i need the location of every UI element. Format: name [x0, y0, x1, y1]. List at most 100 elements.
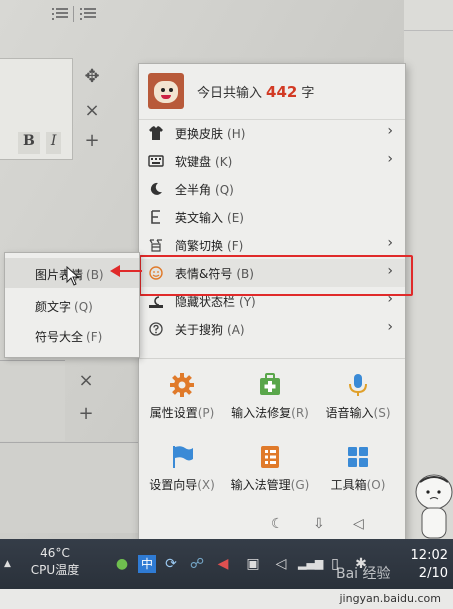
- tray-expand-icon[interactable]: ▲: [4, 559, 11, 569]
- clock-date: 2/10: [418, 566, 448, 581]
- italic-button[interactable]: I: [45, 132, 62, 154]
- taskbar: ▲ 46°C CPU温度 ● 中 ⟳ ☍ ◀ ▣ ◁ ▂▄▆ ▯ ✱ 12:02…: [0, 539, 453, 589]
- shirt-icon: [148, 125, 164, 141]
- close-icon[interactable]: ×: [82, 100, 102, 121]
- grid-label: 设置向导: [149, 478, 198, 492]
- menu-item-about-sogou[interactable]: 关于搜狗 (A) ›: [139, 315, 405, 343]
- grid-label: 输入法管理: [230, 478, 291, 492]
- security-icon[interactable]: ◀: [214, 555, 232, 573]
- grid-setup-wizard[interactable]: 设置向导(X): [139, 438, 225, 508]
- toolbox-icon: [348, 447, 368, 467]
- menu-bottom-icons: ☾ ⇩ ◁: [139, 510, 405, 538]
- cartoon-sticker-icon: [415, 474, 453, 539]
- gear-icon: [170, 373, 194, 397]
- menu-item-key: (A): [227, 323, 245, 337]
- submenu-item-key: (F): [86, 330, 103, 344]
- menu-item-full-half-width[interactable]: 全半角 (Q): [139, 175, 405, 203]
- count-value: 442: [266, 83, 298, 101]
- grid-voice-input[interactable]: 语音输入(S): [315, 366, 401, 436]
- chevron-right-icon: ›: [387, 235, 393, 251]
- signal-icon[interactable]: ▂▄▆: [298, 555, 323, 573]
- moon-icon: [148, 181, 164, 197]
- medkit-icon: [260, 373, 280, 395]
- grid-properties[interactable]: 属性设置(P): [139, 366, 225, 436]
- keyboard-icon: [148, 153, 164, 169]
- add-icon[interactable]: +: [76, 403, 96, 424]
- daily-input-count: 今日共输入 442 字: [197, 82, 314, 101]
- add-icon[interactable]: +: [82, 130, 102, 151]
- count-prefix: 今日共输入: [197, 86, 263, 101]
- submenu-item-label: 符号大全: [35, 330, 84, 344]
- submenu-item-kaomoji[interactable]: 颜文字 (Q): [5, 290, 139, 320]
- submenu-item-key: (Q): [74, 300, 93, 314]
- move-icon[interactable]: ✥: [82, 66, 102, 87]
- toolbar-divider: [73, 6, 74, 22]
- grid-key: (S): [373, 406, 391, 420]
- grid-key: (G): [290, 478, 310, 492]
- device-icon[interactable]: ▣: [244, 555, 262, 573]
- clock[interactable]: 12:02 2/10: [396, 547, 448, 583]
- bullet-list-icon[interactable]: [80, 6, 96, 20]
- editor-panel-bottom: [0, 442, 140, 533]
- menu-item-key: (E): [227, 211, 244, 225]
- right-top-bar: [404, 0, 453, 31]
- menu-item-soft-keyboard[interactable]: 软键盘 (K) ›: [139, 147, 405, 175]
- menu-item-label: 软键盘: [175, 155, 212, 169]
- grid-key: (P): [197, 406, 215, 420]
- menu-item-label: 更换皮肤: [175, 127, 224, 141]
- volume-icon[interactable]: ◁: [272, 555, 290, 573]
- menu-item-key: (Q): [215, 183, 234, 197]
- highlight-annotation: [139, 255, 413, 296]
- moon-icon[interactable]: ☾: [271, 516, 284, 532]
- menu-item-key: (H): [227, 127, 246, 141]
- menu-item-key: (K): [215, 155, 233, 169]
- flag-icon: [173, 446, 193, 468]
- menu-item-label: 英文输入: [175, 211, 224, 225]
- download-icon[interactable]: ⇩: [313, 516, 325, 532]
- count-suffix: 字: [301, 86, 315, 101]
- grid-label: 输入法修复: [231, 406, 292, 420]
- grid-label: 语音输入: [325, 406, 374, 420]
- menu-item-english-input[interactable]: 英文输入 (E): [139, 203, 405, 231]
- menu-divider: [139, 358, 405, 359]
- jian-char-icon: [148, 237, 164, 253]
- grid-ime-manager[interactable]: 输入法管理(G): [227, 438, 313, 508]
- editor-panel-lower: [0, 360, 65, 441]
- network-icon[interactable]: ☍: [188, 555, 206, 573]
- microphone-icon: [349, 374, 367, 396]
- grid-ime-repair[interactable]: 输入法修复(R): [227, 366, 313, 436]
- chevron-right-icon: ›: [387, 123, 393, 139]
- ime-indicator[interactable]: 中: [138, 555, 156, 573]
- menu-item-label: 隐藏状态栏: [175, 295, 236, 309]
- menu-item-label: 简繁切换: [175, 239, 224, 253]
- sync-icon[interactable]: ⟳: [162, 555, 180, 573]
- mouse-cursor-icon: [66, 266, 80, 286]
- site-url: jingyan.baidu.com: [339, 592, 441, 605]
- speaker-icon[interactable]: ◁: [353, 516, 364, 532]
- cpu-temperature-value: 46°C: [40, 546, 70, 560]
- grid-key: (O): [366, 478, 386, 492]
- site-url-bar: jingyan.baidu.com: [0, 589, 453, 609]
- avatar[interactable]: [148, 73, 184, 109]
- numbered-list-icon[interactable]: [52, 6, 68, 20]
- close-icon[interactable]: ×: [76, 370, 96, 391]
- wechat-icon[interactable]: ●: [113, 555, 131, 573]
- grid-toolbox[interactable]: 工具箱(O): [315, 438, 401, 508]
- cpu-temperature[interactable]: 46°C CPU温度: [20, 545, 90, 579]
- bold-button[interactable]: B: [18, 132, 40, 154]
- chevron-right-icon: ›: [387, 151, 393, 167]
- cpu-temperature-label: CPU温度: [30, 563, 80, 577]
- submenu-item-symbols[interactable]: 符号大全 (F): [5, 320, 139, 350]
- menu-item-change-skin[interactable]: 更换皮肤 (H) ›: [139, 119, 405, 147]
- letter-e-icon: [148, 209, 164, 225]
- submenu-item-key: (B): [86, 268, 104, 282]
- menu-item-label: 全半角: [175, 183, 212, 197]
- menu-item-key: (F): [227, 239, 244, 253]
- menu-header: 今日共输入 442 字: [139, 64, 405, 120]
- help-icon: [148, 321, 164, 337]
- watermark: Bai 经验: [336, 566, 391, 582]
- clock-time: 12:02: [410, 548, 448, 563]
- submenu-item-label: 颜文字: [35, 300, 72, 314]
- grid-key: (X): [197, 478, 215, 492]
- grid-key: (R): [291, 406, 309, 420]
